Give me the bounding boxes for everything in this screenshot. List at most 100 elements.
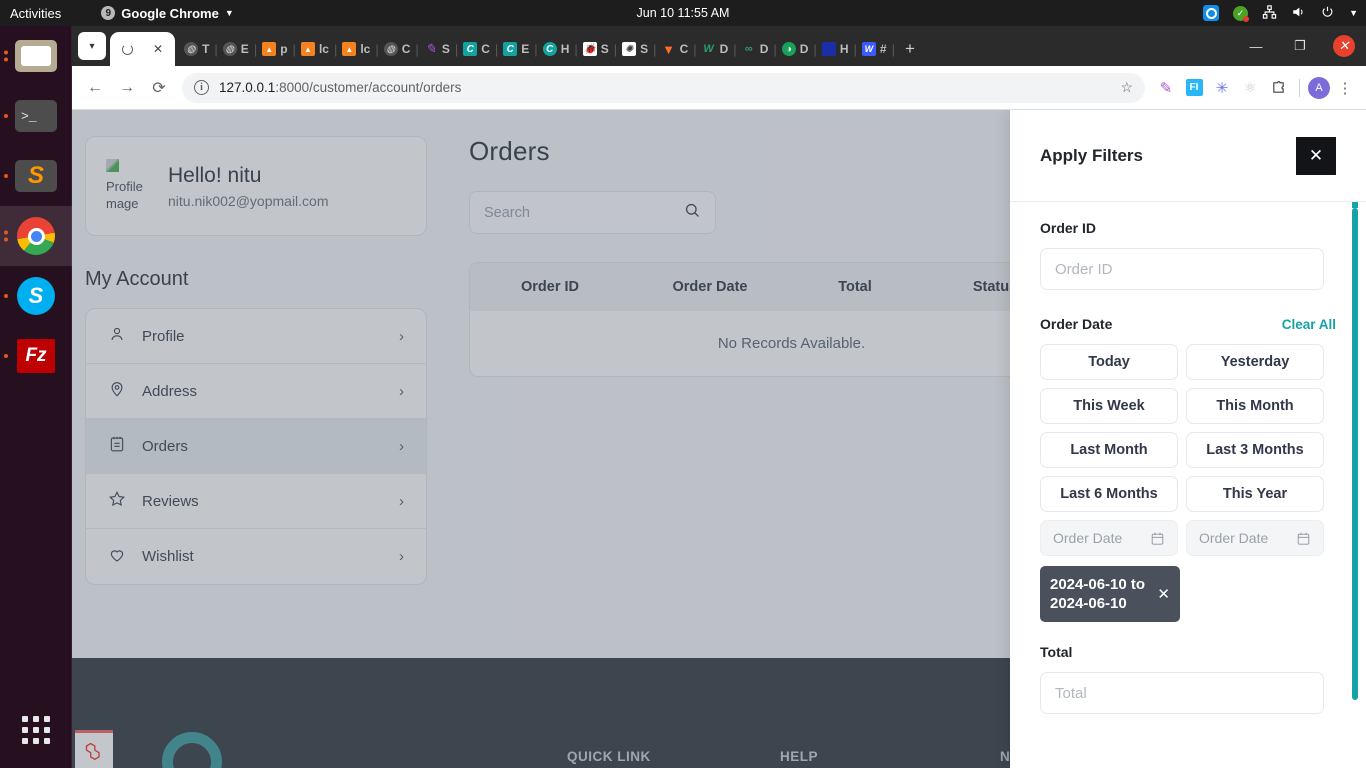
sidebar-item-reviews[interactable]: Reviews ›: [86, 474, 426, 529]
teamviewer-icon[interactable]: [1203, 5, 1220, 21]
close-drawer-button[interactable]: ✕: [1296, 136, 1336, 175]
chrome-icon: [17, 217, 55, 255]
tab-item[interactable]: WD: [697, 42, 734, 56]
dock-item-filezilla[interactable]: Fz: [0, 326, 72, 386]
tab-item[interactable]: ◍ T: [179, 42, 214, 56]
tab-label: lc: [318, 42, 329, 56]
tab-item[interactable]: H: [817, 42, 854, 56]
close-icon[interactable]: ✕: [153, 42, 163, 56]
sidebar-item-wishlist[interactable]: Wishlist ›: [86, 529, 426, 584]
date-preset-this-month[interactable]: This Month: [1186, 388, 1324, 424]
date-preset-last-6-months[interactable]: Last 6 Months: [1040, 476, 1178, 512]
tab-item[interactable]: ∞ D: [737, 42, 774, 56]
power-icon[interactable]: [1320, 5, 1335, 22]
infinity-icon: ∞: [744, 43, 753, 55]
filter-label-total: Total: [1040, 644, 1073, 661]
show-applications-button[interactable]: [0, 702, 72, 758]
dock-item-google-chrome[interactable]: [0, 206, 72, 266]
feather-extension-icon[interactable]: ✎: [1153, 75, 1179, 101]
date-preset-last-3-months[interactable]: Last 3 Months: [1186, 432, 1324, 468]
running-indicator: [4, 114, 8, 118]
chip-remove-icon[interactable]: ✕: [1157, 585, 1170, 604]
sidebar-item-profile[interactable]: Profile ›: [86, 309, 426, 364]
total-input[interactable]: [1040, 672, 1324, 715]
column-header-order-id: Order ID: [520, 279, 579, 295]
search-input[interactable]: [484, 204, 684, 221]
clipboard-icon: [108, 435, 126, 457]
tab-item[interactable]: ✎ S: [419, 41, 455, 56]
clock[interactable]: Jun 10 11:55 AM: [637, 6, 730, 20]
window-controls: — ❐ ✕: [1234, 26, 1366, 66]
tab-item[interactable]: CC: [458, 42, 495, 56]
gitlab-icon: ▼: [662, 41, 675, 57]
tab-item[interactable]: ✺ S: [617, 42, 653, 56]
tab-item[interactable]: ▲ lc: [337, 42, 375, 56]
date-preset-this-year[interactable]: This Year: [1186, 476, 1324, 512]
tab-item[interactable]: ◍ E: [218, 42, 254, 56]
tab-search-button[interactable]: ▾: [78, 32, 106, 60]
new-tab-button[interactable]: +: [895, 39, 925, 59]
tab-item[interactable]: ▲ lc: [296, 42, 334, 56]
date-preset-this-week[interactable]: This Week: [1040, 388, 1178, 424]
tab-item[interactable]: CH: [538, 42, 575, 56]
running-indicator: [4, 174, 8, 178]
puzzle-extensions-icon[interactable]: [1265, 75, 1291, 101]
background-tabs: ◍ T | ◍ E | ▲ p | ▲ lc | ▲ lc | ◍ C | ✎ S | CC …: [179, 32, 925, 66]
date-preset-today[interactable]: Today: [1040, 344, 1178, 380]
tray-chevron-down-icon[interactable]: ▼: [1349, 8, 1358, 18]
dock-item-skype[interactable]: S: [0, 266, 72, 326]
fi-extension-icon[interactable]: FI: [1181, 75, 1207, 101]
react-devtools-icon[interactable]: ⚛: [1237, 75, 1263, 101]
account-menu: Profile › Address › Orders › Reviews › W…: [85, 308, 427, 585]
minimize-button[interactable]: —: [1234, 26, 1278, 66]
tab-label: p: [280, 42, 288, 56]
tab-item[interactable]: ▼ C: [657, 41, 694, 57]
tab-item[interactable]: W #: [857, 42, 892, 56]
profile-avatar[interactable]: A: [1308, 76, 1330, 99]
tab-label: H: [839, 42, 849, 56]
dock-item-sublime-text[interactable]: S: [0, 146, 72, 206]
site-info-icon[interactable]: i: [194, 80, 209, 95]
location-icon: [108, 380, 126, 402]
sync-status-icon[interactable]: ✓: [1233, 5, 1250, 22]
bookmark-star-icon[interactable]: ☆: [1120, 79, 1133, 96]
w-blue-icon: W: [861, 42, 876, 56]
order-date-header: Order Date Clear All: [1040, 316, 1336, 332]
drawer-title: Apply Filters: [1040, 145, 1143, 165]
order-date-to-input[interactable]: Order Date: [1186, 520, 1324, 556]
tab-item[interactable]: 🐞 S: [578, 42, 614, 56]
brand-logo: [162, 732, 222, 768]
app-menu-chrome[interactable]: 9 Google Chrome ▼: [101, 6, 234, 21]
date-preset-last-month[interactable]: Last Month: [1040, 432, 1178, 468]
order-date-from-input[interactable]: Order Date: [1040, 520, 1178, 556]
clear-all-button[interactable]: Clear All: [1282, 317, 1336, 332]
order-id-input[interactable]: [1040, 248, 1324, 290]
reload-button[interactable]: ⟳: [144, 73, 174, 103]
sidebar-item-orders[interactable]: Orders ›: [86, 419, 426, 474]
activities-button[interactable]: Activities: [10, 6, 61, 21]
back-button[interactable]: ←: [80, 73, 110, 103]
tab-item[interactable]: ◍ C: [379, 42, 416, 56]
sidebar-item-address[interactable]: Address ›: [86, 364, 426, 419]
date-preset-yesterday[interactable]: Yesterday: [1186, 344, 1324, 380]
chrome-menu-icon[interactable]: ⋮: [1332, 79, 1358, 97]
laravel-debugbar-button[interactable]: [75, 730, 113, 768]
snowflake-extension-icon[interactable]: ✳: [1209, 75, 1235, 101]
dock-item-files[interactable]: [0, 26, 72, 86]
tab-label: S: [441, 42, 450, 56]
tab-item[interactable]: ▲ p: [257, 42, 292, 56]
address-bar[interactable]: i 127.0.0.1:8000/customer/account/orders…: [182, 72, 1145, 103]
terminal-icon: >_: [15, 100, 57, 132]
search-icon[interactable]: [684, 202, 701, 224]
dock-item-terminal[interactable]: >_: [0, 86, 72, 146]
close-window-button[interactable]: ✕: [1322, 26, 1366, 66]
maximize-button[interactable]: ❐: [1278, 26, 1322, 66]
network-icon[interactable]: [1262, 4, 1277, 22]
tab-item[interactable]: CE: [498, 42, 534, 56]
tab-active-orders[interactable]: ✕: [110, 32, 176, 66]
forward-button[interactable]: →: [112, 73, 142, 103]
volume-icon[interactable]: [1291, 5, 1306, 22]
orders-search-box[interactable]: [469, 191, 716, 234]
tab-item[interactable]: ◑ D: [777, 42, 814, 56]
drawer-scrollbar[interactable]: [1352, 202, 1358, 700]
